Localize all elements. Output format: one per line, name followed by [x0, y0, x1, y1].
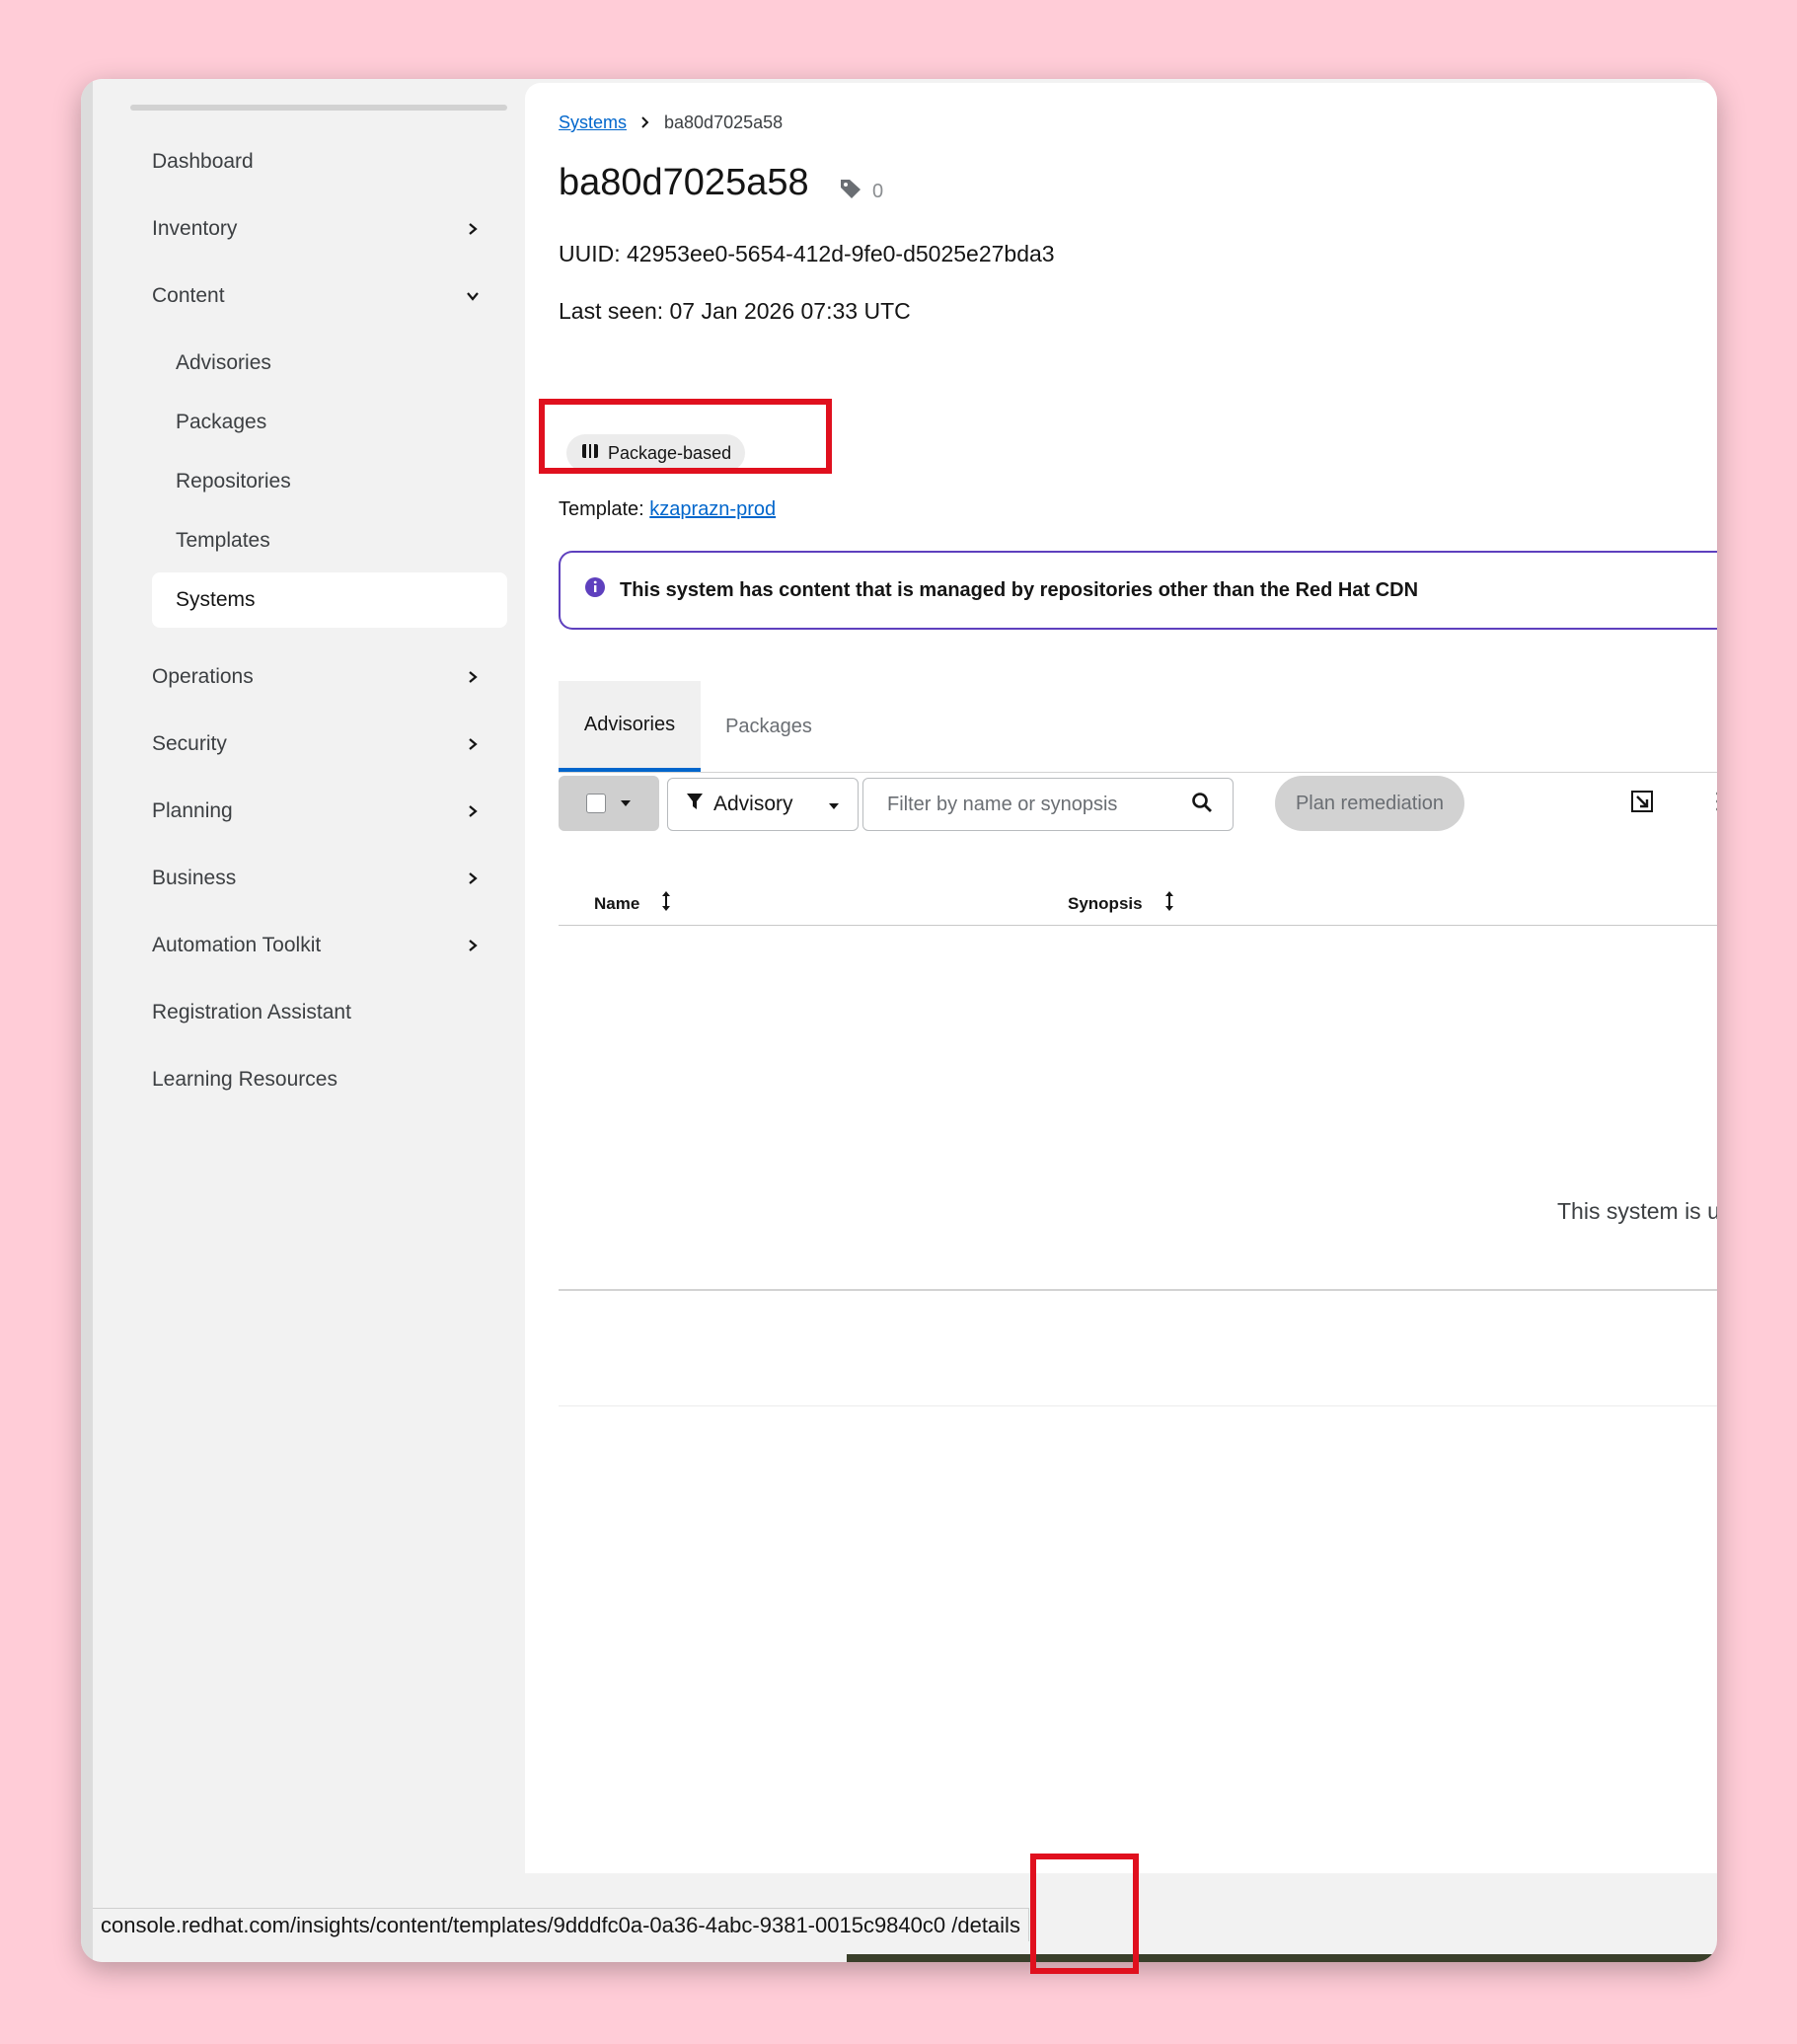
sidebar-item-label: Repositories [176, 470, 291, 492]
search-icon[interactable] [1191, 792, 1213, 818]
filter-icon [686, 792, 704, 817]
filter-type-dropdown[interactable]: Advisory [667, 778, 859, 831]
bottom-strip [847, 1954, 1717, 1962]
breadcrumb-systems-link[interactable]: Systems [559, 113, 627, 133]
template-label: Template: [559, 498, 644, 520]
template-link[interactable]: kzaprazn-prod [649, 498, 776, 520]
chevron-down-icon [462, 285, 484, 307]
search-box [862, 778, 1234, 831]
sidebar-item-dashboard[interactable]: Dashboard [152, 134, 507, 189]
sidebar-item-templates[interactable]: Templates [152, 513, 507, 568]
tab-packages[interactable]: Packages [701, 681, 837, 772]
sort-icon [1164, 890, 1174, 917]
system-last-seen: Last seen: 07 Jan 2026 07:33 UTC [559, 298, 911, 324]
tags-button[interactable]: 0 [839, 178, 883, 205]
kebab-icon [1715, 790, 1717, 818]
sidebar-item-planning[interactable]: Planning [152, 784, 507, 839]
tabs: Advisories Packages [559, 681, 1717, 773]
select-all-checkbox[interactable] [586, 794, 606, 813]
info-alert: This system has content that is managed … [559, 551, 1717, 630]
column-header-label: Synopsis [1068, 893, 1143, 913]
sidebar-item-label: Packages [176, 411, 267, 433]
sidebar-item-label: Systems [176, 588, 256, 611]
empty-state-text: This system is up to da [1557, 1198, 1717, 1224]
bulk-select-dropdown[interactable] [559, 776, 659, 831]
window-edge [81, 79, 93, 1962]
breadcrumb-current: ba80d7025a58 [664, 113, 784, 132]
tab-advisories[interactable]: Advisories [559, 681, 701, 772]
system-template: Template: kzaprazn-prod [559, 498, 776, 521]
main-content: Systems ba80d7025a58 ba80d7025a58 0 UUID… [525, 83, 1717, 1873]
sort-icon [661, 890, 671, 917]
sidebar-item-systems[interactable]: Systems [152, 572, 507, 628]
filter-type-label: Advisory [713, 793, 793, 815]
sidebar-item-label: Automation Toolkit [152, 934, 322, 956]
sidebar-item-learning-resources[interactable]: Learning Resources [152, 1052, 507, 1107]
sidebar-item-inventory[interactable]: Inventory [152, 201, 507, 257]
sidebar-divider [130, 105, 507, 111]
column-header-synopsis[interactable]: Synopsis [1068, 890, 1174, 917]
sidebar-item-label: Operations [152, 665, 254, 688]
column-header-label: Name [594, 893, 640, 913]
chevron-right-icon [640, 113, 650, 133]
info-icon [584, 576, 606, 604]
kebab-menu-button[interactable] [1701, 786, 1717, 821]
sidebar-item-operations[interactable]: Operations [152, 649, 507, 705]
chevron-right-icon [462, 800, 484, 822]
table-header-divider [559, 925, 1717, 926]
caret-down-icon [828, 793, 840, 816]
sidebar-item-label: Security [152, 732, 227, 755]
sidebar-item-label: Templates [176, 529, 270, 552]
sidebar-item-advisories[interactable]: Advisories [152, 336, 507, 391]
chevron-right-icon [462, 935, 484, 956]
sidebar-item-repositories[interactable]: Repositories [152, 454, 507, 509]
chevron-right-icon [462, 666, 484, 688]
chevron-right-icon [462, 218, 484, 240]
tag-icon [839, 178, 862, 205]
sidebar-item-label: Advisories [176, 351, 271, 374]
sidebar: Dashboard Inventory Content Advisories P… [93, 79, 525, 1962]
chevron-right-icon [462, 868, 484, 889]
sidebar-item-registration-assistant[interactable]: Registration Assistant [152, 985, 507, 1040]
table-divider [559, 1289, 1717, 1291]
page-title: ba80d7025a58 [559, 162, 809, 203]
sidebar-item-label: Content [152, 284, 225, 307]
column-header-name[interactable]: Name [594, 890, 671, 917]
sidebar-item-label: Dashboard [152, 150, 254, 173]
status-bar-url: console.redhat.com/insights/content/temp… [93, 1908, 1029, 1941]
tag-count: 0 [872, 180, 884, 202]
sidebar-item-label: Planning [152, 799, 233, 822]
export-button[interactable] [1624, 786, 1660, 821]
pagination-divider [559, 1405, 1717, 1406]
search-input[interactable] [885, 792, 1191, 817]
highlight-box-url [1030, 1854, 1139, 1974]
sidebar-item-label: Inventory [152, 217, 238, 240]
plan-remediation-button[interactable]: Plan remediation [1275, 776, 1464, 831]
alert-text: This system has content that is managed … [620, 578, 1419, 601]
export-icon [1629, 789, 1655, 819]
chevron-right-icon [462, 733, 484, 755]
sidebar-item-automation-toolkit[interactable]: Automation Toolkit [152, 918, 507, 973]
sidebar-item-packages[interactable]: Packages [152, 395, 507, 450]
sidebar-item-business[interactable]: Business [152, 851, 507, 906]
browser-window: Dashboard Inventory Content Advisories P… [81, 79, 1717, 1962]
sidebar-item-label: Learning Resources [152, 1068, 337, 1091]
highlight-box-template [539, 399, 832, 474]
breadcrumb: Systems ba80d7025a58 [559, 113, 783, 133]
sidebar-item-security[interactable]: Security [152, 717, 507, 772]
sidebar-item-content[interactable]: Content [152, 268, 507, 324]
sidebar-item-label: Business [152, 867, 237, 889]
caret-down-icon [620, 795, 632, 812]
system-uuid: UUID: 42953ee0-5654-412d-9fe0-d5025e27bd… [559, 241, 1055, 266]
sidebar-item-label: Registration Assistant [152, 1001, 351, 1023]
